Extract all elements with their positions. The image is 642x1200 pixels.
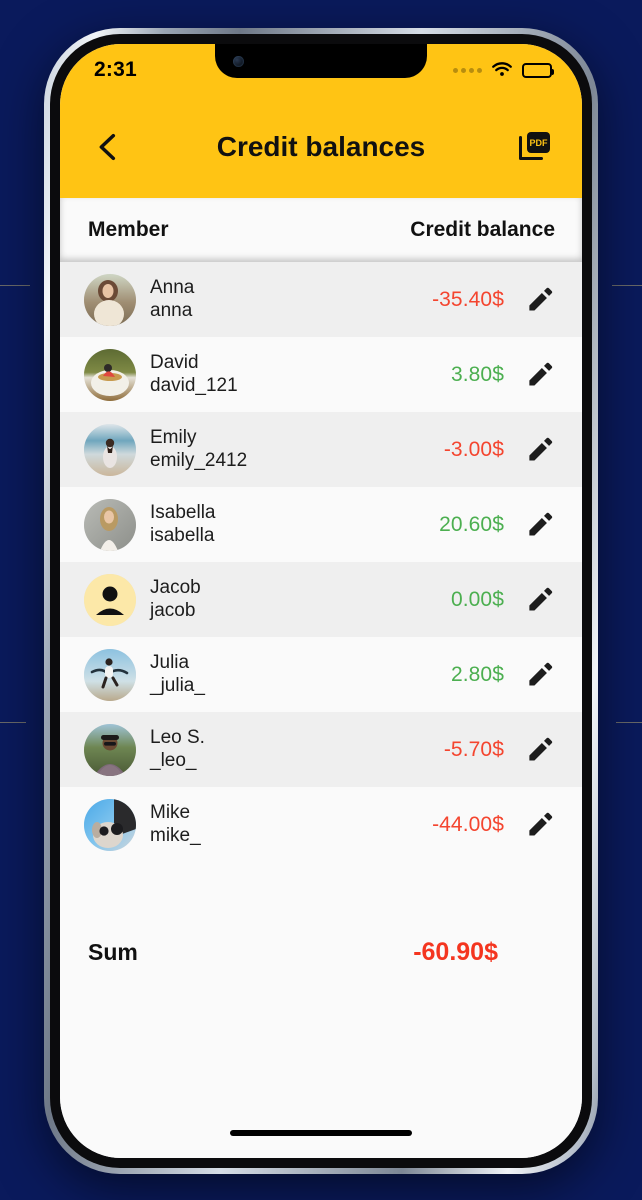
- credit-balance-value: 0.00$: [450, 587, 504, 611]
- member-list[interactable]: Anna anna -35.40$ David david_121 3.80$ Emily e…: [60, 262, 582, 862]
- avatar: [84, 423, 136, 476]
- member-names: Leo S. _leo_: [150, 727, 205, 771]
- member-username: mike_: [150, 824, 201, 846]
- backdrop-guide-line: [612, 285, 642, 286]
- member-display-name: Jacob: [150, 577, 201, 599]
- table-header: Member Credit balance: [60, 198, 582, 262]
- pencil-icon: [528, 662, 552, 686]
- summary-row: Sum -60.90$: [60, 922, 582, 982]
- credit-balance-value: 2.80$: [450, 662, 504, 686]
- credit-balance-value: 3.80$: [450, 362, 504, 386]
- credit-balance-value: -3.00$: [443, 437, 504, 461]
- member-names: Anna anna: [150, 277, 194, 321]
- member-display-name: Julia: [150, 652, 190, 674]
- home-indicator[interactable]: [230, 1130, 412, 1136]
- phone-mockup: 2:31 Credit balances PDF Member Credit b…: [44, 28, 598, 1174]
- member-username: anna: [150, 299, 193, 321]
- avatar: [84, 648, 136, 701]
- member-display-name: Anna: [150, 277, 195, 299]
- summary-label: Sum: [88, 938, 138, 965]
- signal-dots-icon: [453, 67, 482, 73]
- member-names: Julia _julia_: [150, 652, 205, 696]
- notch: [215, 44, 427, 78]
- table-row[interactable]: Leo S. _leo_ -5.70$: [60, 712, 582, 787]
- member-username: david_121: [150, 374, 238, 396]
- page-title: Credit balances: [216, 131, 426, 162]
- pencil-icon: [528, 512, 552, 536]
- member-names: Jacob jacob: [150, 577, 201, 621]
- phone-screen: 2:31 Credit balances PDF Member Credit b…: [60, 44, 582, 1158]
- sum-spacer: [60, 862, 582, 922]
- avatar: [84, 348, 136, 401]
- edit-balance-button[interactable]: [518, 504, 560, 546]
- battery-full-icon: [522, 62, 554, 78]
- table-row[interactable]: Emily emily_2412 -3.00$: [60, 412, 582, 487]
- pdf-icon: PDF: [519, 132, 550, 160]
- edit-balance-button[interactable]: [518, 729, 560, 771]
- credit-balance-value: 20.60$: [439, 512, 504, 536]
- nav-bar: Credit balances PDF: [60, 96, 582, 198]
- member-display-name: Isabella: [150, 502, 216, 524]
- table-row[interactable]: Anna anna -35.40$: [60, 262, 582, 337]
- credit-balance-value: -5.70$: [443, 737, 504, 761]
- member-username: _leo_: [150, 749, 197, 771]
- summary-value: -60.90$: [413, 937, 498, 966]
- edit-balance-button[interactable]: [518, 654, 560, 696]
- credit-balance-value: -35.40$: [432, 287, 504, 311]
- avatar: [84, 573, 136, 626]
- edit-balance-button[interactable]: [518, 354, 560, 396]
- member-display-name: David: [150, 352, 199, 374]
- edit-balance-button[interactable]: [518, 804, 560, 846]
- table-row[interactable]: Isabella isabella 20.60$: [60, 487, 582, 562]
- backdrop-guide-line: [616, 722, 642, 723]
- member-username: emily_2412: [150, 449, 248, 471]
- member-names: Emily emily_2412: [150, 427, 247, 471]
- front-camera-icon: [233, 56, 244, 67]
- avatar: [84, 798, 136, 851]
- pencil-icon: [528, 362, 552, 386]
- member-username: isabella: [150, 524, 215, 546]
- credit-balance-value: -44.00$: [432, 812, 504, 836]
- wifi-icon: [491, 62, 513, 78]
- pencil-icon: [528, 587, 552, 611]
- pencil-icon: [528, 287, 552, 311]
- chevron-left-icon: [99, 133, 116, 161]
- export-pdf-button[interactable]: PDF: [514, 126, 556, 168]
- table-row[interactable]: Jacob jacob 0.00$: [60, 562, 582, 637]
- table-row[interactable]: David david_121 3.80$: [60, 337, 582, 412]
- edit-balance-button[interactable]: [518, 429, 560, 471]
- svg-text:PDF: PDF: [530, 138, 549, 148]
- pencil-icon: [528, 812, 552, 836]
- member-display-name: Emily: [150, 427, 197, 449]
- table-row[interactable]: Julia _julia_ 2.80$: [60, 637, 582, 712]
- backdrop-guide-line: [0, 722, 26, 723]
- column-header-member: Member: [88, 218, 169, 241]
- member-username: _julia_: [150, 674, 205, 696]
- phone-bezel: 2:31 Credit balances PDF Member Credit b…: [50, 34, 592, 1168]
- member-names: David david_121: [150, 352, 238, 396]
- member-names: Isabella isabella: [150, 502, 216, 546]
- member-names: Mike mike_: [150, 802, 201, 846]
- member-display-name: Mike: [150, 802, 191, 824]
- edit-balance-button[interactable]: [518, 579, 560, 621]
- backdrop-guide-line: [0, 285, 30, 286]
- pencil-icon: [528, 737, 552, 761]
- table-row[interactable]: Mike mike_ -44.00$: [60, 787, 582, 862]
- avatar: [84, 723, 136, 776]
- avatar: [84, 273, 136, 326]
- back-button[interactable]: [88, 127, 128, 167]
- member-display-name: Leo S.: [150, 727, 205, 749]
- edit-balance-button[interactable]: [518, 279, 560, 321]
- avatar: [84, 498, 136, 551]
- member-username: jacob: [150, 599, 196, 621]
- status-clock: 2:31: [94, 58, 137, 81]
- column-header-balance: Credit balance: [410, 218, 555, 241]
- pencil-icon: [528, 437, 552, 461]
